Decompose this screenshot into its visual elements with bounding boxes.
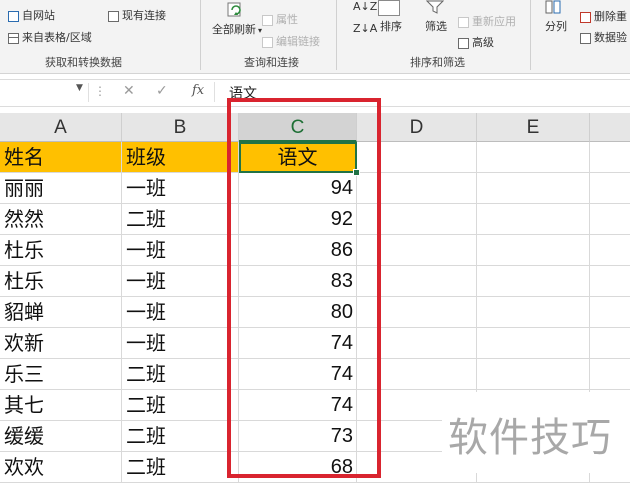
cancel-icon[interactable]: ✕ [123,83,135,99]
cell-empty[interactable] [477,173,590,204]
group-label-sort-filter: 排序和筛选 [410,56,465,69]
cell-empty[interactable] [477,297,590,328]
cell-empty[interactable] [477,235,590,266]
table-icon [8,32,19,44]
document-icon [108,10,119,22]
group-label-get-transform: 获取和转换数据 [45,56,122,69]
existing-connections-button[interactable]: 现有连接 [108,7,166,23]
cell-empty[interactable] [477,359,590,390]
ribbon-divider [200,0,201,70]
cell-empty[interactable] [590,297,630,328]
cell-empty[interactable] [590,142,630,173]
properties-icon [262,14,273,26]
cell-empty[interactable] [477,142,590,173]
enter-icon[interactable]: ✓ [156,83,168,99]
insert-function-button[interactable]: fx [192,83,204,98]
text-to-columns-icon[interactable] [545,0,561,17]
cell-name[interactable]: 杜乐 [0,266,122,297]
sort-dialog-icon[interactable] [378,0,400,16]
cell-class[interactable]: 二班 [122,452,239,483]
data-validation-button[interactable]: 数据验 [580,29,627,45]
sort-az-button[interactable]: A↓Z [353,0,377,13]
ribbon-divider [530,0,531,70]
remove-duplicates-button[interactable]: 删除重 [580,8,627,24]
cell-empty[interactable] [590,359,630,390]
reapply-icon [458,16,469,28]
cell-empty[interactable] [590,173,630,204]
column-header-a[interactable]: A [0,113,122,142]
cell-class[interactable]: 一班 [122,266,239,297]
cell-name[interactable]: 丽丽 [0,173,122,204]
sort-za-button[interactable]: Z↓A [353,22,377,35]
column-header-f[interactable] [590,113,630,142]
cell-empty[interactable] [590,204,630,235]
group-label-queries: 查询和连接 [244,56,299,69]
from-table-button[interactable]: 来自表格/区域 [8,29,92,45]
advanced-filter-button[interactable]: 高级 [458,34,494,50]
cell-name[interactable]: 乐三 [0,359,122,390]
from-web-button[interactable]: 自网站 [8,7,55,23]
cell-class[interactable]: 二班 [122,359,239,390]
cell-empty[interactable] [477,204,590,235]
cell-name[interactable]: 貂蝉 [0,297,122,328]
column-header-b[interactable]: B [122,113,239,142]
refresh-all-icon[interactable] [226,0,246,18]
sort-button[interactable]: 排序 [380,18,402,34]
cell-header-name[interactable]: 姓名 [0,142,122,173]
highlight-box [227,98,381,478]
cell-header-class[interactable]: 班级 [122,142,239,173]
edit-links-button[interactable]: 编辑链接 [262,33,320,49]
formula-bar-divider [214,82,215,102]
cell-class[interactable]: 一班 [122,173,239,204]
ribbon-divider [336,0,337,70]
data-validation-icon [580,32,591,44]
cell-class[interactable]: 一班 [122,297,239,328]
filter-icon[interactable] [425,0,445,17]
watermark-text: 软件技巧 [448,415,612,461]
cell-empty[interactable] [590,328,630,359]
cell-name[interactable]: 缓缓 [0,421,122,452]
cell-name[interactable]: 杜乐 [0,235,122,266]
cell-class[interactable]: 一班 [122,328,239,359]
cell-empty[interactable] [590,266,630,297]
drag-handle-icon[interactable]: ⋮ [94,84,106,98]
cell-name[interactable]: 欢新 [0,328,122,359]
remove-duplicates-icon [580,11,591,23]
reapply-button[interactable]: 重新应用 [458,13,516,29]
refresh-all-button[interactable]: 全部刷新 ▾ [212,21,262,37]
cell-name[interactable]: 然然 [0,204,122,235]
cell-name[interactable]: 其七 [0,390,122,421]
cell-class[interactable]: 一班 [122,235,239,266]
cell-empty[interactable] [477,266,590,297]
web-icon [8,10,19,22]
cell-class[interactable]: 二班 [122,390,239,421]
ribbon: 自网站 来自表格/区域 现有连接 获取和转换数据 全部刷新 ▾ 属性 编辑链接 查… [0,0,630,74]
cell-class[interactable]: 二班 [122,204,239,235]
name-box-dropdown-icon[interactable]: ▼ [76,83,83,93]
cell-empty[interactable] [590,235,630,266]
advanced-filter-icon [458,37,469,49]
cell-name[interactable]: 欢欢 [0,452,122,483]
properties-button[interactable]: 属性 [262,11,298,27]
cell-class[interactable]: 二班 [122,421,239,452]
link-icon [262,36,273,48]
filter-button[interactable]: 筛选 [425,18,447,34]
cell-empty[interactable] [477,328,590,359]
text-to-columns-button[interactable]: 分列 [545,18,567,34]
column-header-e[interactable]: E [477,113,590,142]
